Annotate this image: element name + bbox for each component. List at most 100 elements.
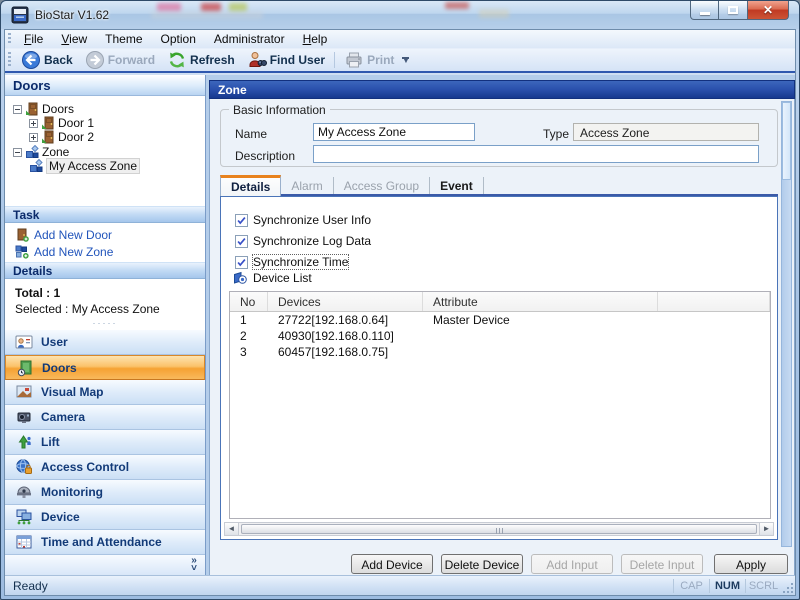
checkbox-sync-time[interactable]	[235, 256, 248, 269]
description-input[interactable]	[313, 145, 759, 163]
zone-icon	[29, 159, 43, 173]
column-header-devices[interactable]: Devices	[268, 292, 423, 311]
tree-item-zone[interactable]: Zone	[13, 145, 69, 159]
sidebar: Doors Doors Door 1	[5, 75, 206, 575]
toolbar-separator	[334, 52, 335, 68]
sidebar-item-label: Device	[41, 510, 80, 524]
menu-help[interactable]: Help	[294, 30, 337, 48]
checkbox-sync-user-info[interactable]	[235, 214, 248, 227]
checkbox-sync-log-data[interactable]	[235, 235, 248, 248]
scrollbar-thumb[interactable]	[782, 102, 791, 180]
tree-item-door2[interactable]: Door 2	[29, 130, 94, 144]
resize-grip[interactable]	[791, 591, 793, 593]
collapse-icon[interactable]	[13, 148, 22, 157]
refresh-button[interactable]: Refresh	[161, 49, 241, 71]
find-user-button[interactable]: Find User	[241, 49, 331, 71]
tab-strip: Details Alarm Access Group Event	[220, 175, 778, 196]
vertical-scrollbar[interactable]	[781, 101, 792, 547]
menu-theme[interactable]: Theme	[96, 30, 151, 48]
client-area: File View Theme Option Administrator Hel…	[4, 29, 796, 596]
menu-administrator[interactable]: Administrator	[205, 30, 294, 48]
device-list-title: Device List	[253, 271, 312, 285]
forward-button[interactable]: Forward	[79, 49, 161, 71]
column-header-no[interactable]: No	[230, 292, 268, 311]
scroll-left-icon[interactable]: ◄	[225, 523, 239, 535]
delete-input-button[interactable]: Delete Input	[621, 554, 703, 574]
glass-reflection	[201, 3, 221, 11]
name-input[interactable]	[313, 123, 475, 141]
column-header-attribute[interactable]: Attribute	[423, 292, 658, 311]
glass-reflection	[151, 11, 263, 19]
sidebar-item-access-control[interactable]: Access Control	[5, 455, 205, 480]
back-button[interactable]: Back	[15, 49, 79, 71]
expand-icon[interactable]	[29, 133, 38, 142]
table-row[interactable]: 1 27722[192.168.0.64] Master Device	[230, 312, 770, 328]
toolbar-overflow-button[interactable]: ▼	[402, 57, 409, 64]
window-controls: ✕	[690, 1, 789, 20]
device-icon	[15, 508, 33, 526]
tree-item-my-access-zone[interactable]: My Access Zone	[29, 159, 140, 173]
sidebar-item-label: Lift	[41, 435, 60, 449]
splitter-handle[interactable]: ·····	[5, 318, 205, 328]
sidebar-item-user[interactable]: User	[5, 330, 205, 355]
tab-alarm[interactable]: Alarm	[281, 177, 333, 194]
maximize-button[interactable]	[719, 1, 747, 20]
basic-information-legend: Basic Information	[229, 103, 330, 117]
table-row[interactable]: 3 60457[192.168.0.75]	[230, 344, 770, 360]
sidebar-item-lift[interactable]: Lift	[5, 430, 205, 455]
tree-label: Door 2	[58, 130, 94, 144]
menu-file[interactable]: File	[15, 30, 52, 48]
tree-label: Door 1	[58, 116, 94, 130]
expand-icon[interactable]	[29, 119, 38, 128]
status-text: Ready	[13, 579, 48, 593]
find-user-icon	[247, 50, 267, 70]
add-device-button[interactable]: Add Device	[351, 554, 433, 574]
page-title: Zone	[209, 80, 795, 99]
scrollbar-thumb[interactable]	[241, 524, 757, 534]
menu-option[interactable]: Option	[152, 30, 205, 48]
camera-icon	[15, 408, 33, 426]
tab-details[interactable]: Details	[220, 175, 281, 196]
scroll-right-icon[interactable]: ►	[759, 523, 773, 535]
sidebar-item-doors[interactable]: Doors	[5, 355, 205, 380]
add-new-door-link[interactable]: Add New Door	[15, 228, 112, 242]
add-new-zone-link[interactable]: Add New Zone	[15, 245, 113, 259]
checkbox-label: Synchronize Time	[253, 255, 348, 269]
sidebar-item-monitoring[interactable]: Monitoring	[5, 480, 205, 505]
task-header: Task	[5, 206, 205, 223]
window-title: BioStar V1.62	[35, 8, 109, 22]
tab-access-group[interactable]: Access Group	[334, 177, 430, 194]
sidebar-item-device[interactable]: Device	[5, 505, 205, 530]
close-button[interactable]: ✕	[747, 1, 789, 20]
name-label: Name	[235, 127, 267, 141]
sidebar-item-camera[interactable]: Camera	[5, 405, 205, 430]
sidebar-item-time-attendance[interactable]: Time and Attendance	[5, 530, 205, 555]
description-label: Description	[235, 149, 295, 163]
collapse-panel-button[interactable]: »˅	[191, 557, 197, 573]
add-input-button[interactable]: Add Input	[531, 554, 613, 574]
menu-view[interactable]: View	[52, 30, 96, 48]
app-icon[interactable]	[11, 6, 29, 24]
sidebar-item-label: Time and Attendance	[41, 535, 162, 549]
scrollbar-track[interactable]	[239, 523, 759, 535]
table-row[interactable]: 2 40930[192.168.0.110]	[230, 328, 770, 344]
menu-bar: File View Theme Option Administrator Hel…	[5, 30, 795, 49]
collapse-icon[interactable]	[13, 105, 22, 114]
sidebar-item-visual-map[interactable]: Visual Map	[5, 380, 205, 405]
device-table: No Devices Attribute 1 27722[192.168.0.6…	[229, 291, 771, 519]
tab-event[interactable]: Event	[430, 177, 484, 194]
tree-item-doors[interactable]: Doors	[13, 102, 74, 116]
zone-page: Basic Information Name Type Access Zone …	[209, 99, 795, 577]
cell-no: 2	[230, 328, 268, 344]
delete-device-button[interactable]: Delete Device	[441, 554, 523, 574]
toolbar-grip	[8, 52, 11, 67]
horizontal-scrollbar[interactable]: ◄ ►	[224, 522, 774, 536]
tree-item-door1[interactable]: Door 1	[29, 116, 94, 130]
apply-button[interactable]: Apply	[714, 554, 788, 574]
checkbox-label: Synchronize User Info	[253, 213, 371, 227]
door-icon	[25, 102, 39, 116]
print-button[interactable]: Print	[338, 49, 400, 71]
glass-reflection	[445, 2, 469, 9]
forward-icon	[85, 50, 105, 70]
minimize-button[interactable]	[690, 1, 719, 20]
